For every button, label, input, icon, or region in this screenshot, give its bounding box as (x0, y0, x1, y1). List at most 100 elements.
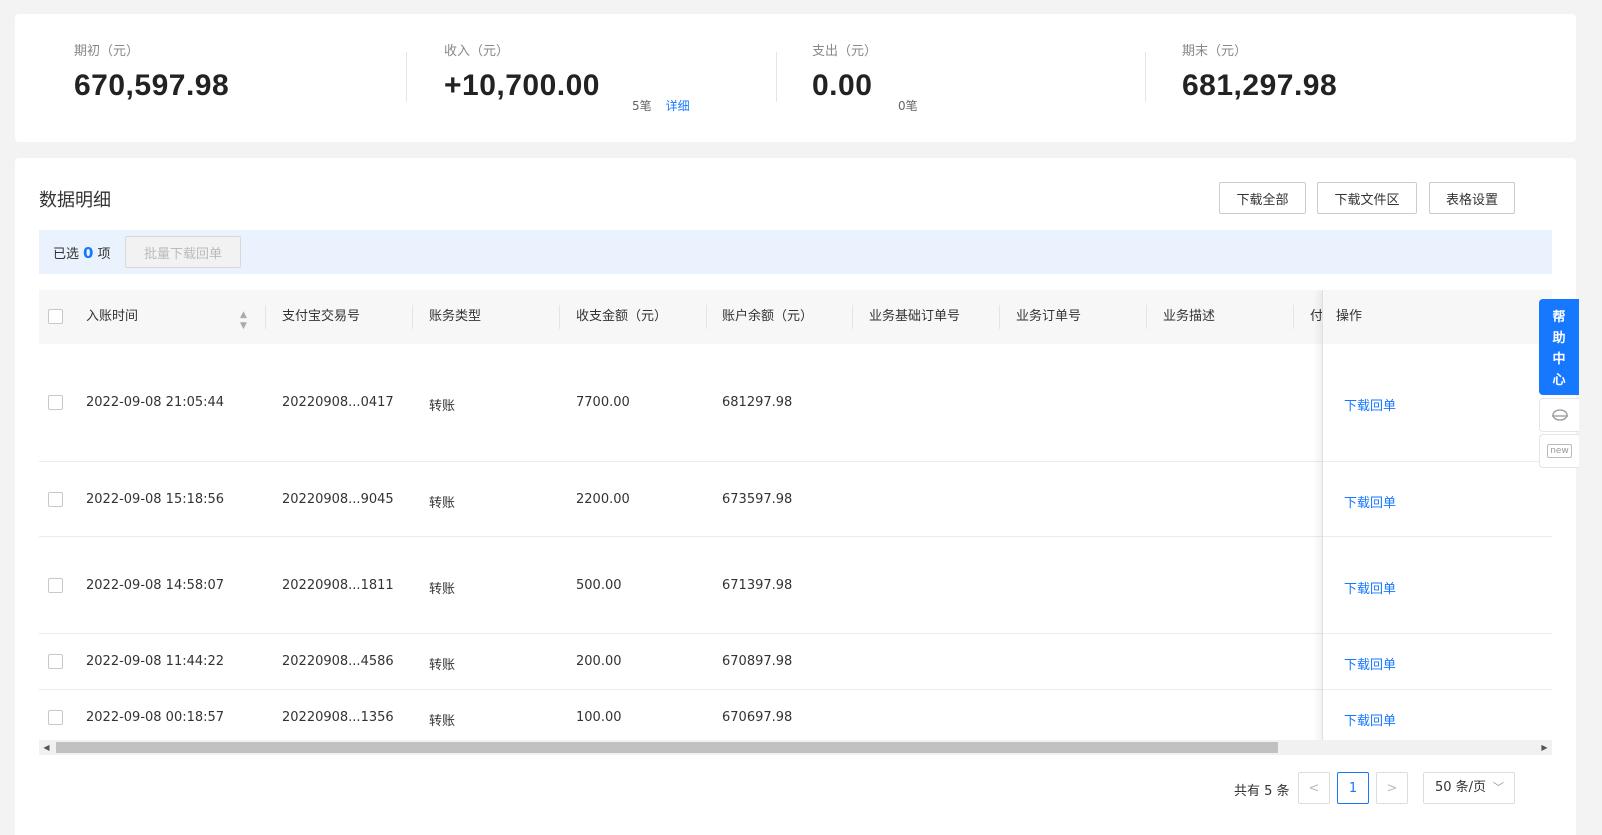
cell-time: 2022-09-08 14:58:07 (86, 578, 225, 593)
income-stat: 收入（元） +10,700.00 5笔 详细 (444, 40, 690, 113)
horizontal-scrollbar[interactable]: ◀ ▶ (39, 740, 1552, 755)
column-header: 账户余额（元） (722, 309, 814, 324)
scroll-right-icon[interactable]: ▶ (1537, 740, 1552, 755)
selection-suffix: 项 (97, 247, 111, 262)
scroll-left-icon[interactable]: ◀ (39, 740, 54, 755)
help-center-tab[interactable]: 帮 助 中 心 (1539, 299, 1579, 395)
help-char: 助 (1552, 331, 1566, 346)
cell-trade-no: 20220908...9045 (282, 492, 394, 507)
pagination-total: 共有 5 条 (1234, 784, 1290, 799)
cell-trade-no: 20220908...1811 (282, 578, 394, 593)
column-divider (999, 305, 1000, 329)
expense-value: 0.00 (812, 69, 873, 102)
cell-amount: 500.00 (576, 578, 622, 593)
cell-time: 2022-09-08 15:18:56 (86, 492, 225, 507)
chevron-down-icon: ﹀ (1493, 781, 1504, 794)
income-detail-link[interactable]: 详细 (666, 99, 690, 113)
row-checkbox[interactable] (48, 710, 63, 725)
cell-amount: 7700.00 (576, 395, 630, 410)
fixed-actions-column (1322, 290, 1552, 745)
cell-amount: 2200.00 (576, 492, 630, 507)
new-feature-icon[interactable]: new (1539, 434, 1579, 468)
headset-icon (1551, 409, 1568, 421)
opening-balance-stat: 期初（元） 670,597.98 (74, 40, 229, 103)
column-header: 账务类型 (429, 309, 482, 324)
cell-type: 转账 (429, 714, 456, 729)
cell-balance: 671397.98 (722, 578, 793, 593)
cell-balance: 681297.98 (722, 395, 793, 410)
closing-label: 期末（元） (1182, 44, 1248, 59)
select-all-checkbox[interactable] (48, 309, 63, 324)
cell-time: 2022-09-08 00:18:57 (86, 710, 225, 725)
cell-type: 转账 (429, 582, 456, 597)
column-divider (265, 305, 266, 329)
cell-type: 转账 (429, 658, 456, 673)
divider (776, 52, 777, 102)
page-size-select[interactable]: 50 条/页 ﹀ (1423, 772, 1515, 804)
income-label: 收入（元） (444, 44, 510, 59)
prev-page-button[interactable]: < (1298, 772, 1330, 804)
closing-value: 681,297.98 (1182, 69, 1338, 102)
cell-amount: 200.00 (576, 654, 622, 669)
opening-label: 期初（元） (74, 44, 140, 59)
expense-count: 0笔 (898, 99, 918, 113)
cell-amount: 100.00 (576, 710, 622, 725)
download-area-button[interactable]: 下载文件区 (1317, 182, 1417, 214)
cell-balance: 670697.98 (722, 710, 793, 725)
selection-prefix: 已选 (53, 247, 80, 262)
column-header: 业务描述 (1163, 309, 1216, 324)
cell-type: 转账 (429, 496, 456, 511)
batch-download-button[interactable]: 批量下载回单 (125, 236, 241, 268)
column-header[interactable]: 入账时间 (86, 290, 138, 344)
income-value: +10,700.00 (444, 69, 600, 102)
help-char: 中 (1552, 352, 1566, 367)
cell-type: 转账 (429, 399, 456, 414)
row-checkbox[interactable] (48, 492, 63, 507)
page-1-button[interactable]: 1 (1337, 772, 1369, 804)
page-size-value: 50 条/页 (1435, 780, 1487, 795)
column-divider (559, 305, 560, 329)
cell-balance: 670897.98 (722, 654, 793, 669)
divider (1145, 52, 1146, 102)
help-char: 心 (1552, 373, 1566, 388)
help-char: 帮 (1552, 310, 1566, 325)
customer-service-icon[interactable] (1539, 398, 1579, 432)
summary-card: 期初（元） 670,597.98 收入（元） +10,700.00 5笔 详细 支… (15, 14, 1576, 142)
detail-card: 数据明细 下载全部 下载文件区 表格设置 已选 0 项 批量下载回单 入账时间 ▲ ▼… (15, 158, 1576, 835)
column-header: 业务订单号 (1016, 309, 1082, 324)
sort-icon[interactable]: ▲ ▼ (240, 310, 247, 332)
selection-count: 0 (83, 244, 94, 262)
column-divider (1146, 305, 1147, 329)
next-page-button[interactable]: > (1376, 772, 1408, 804)
row-checkbox[interactable] (48, 578, 63, 593)
cell-time: 2022-09-08 11:44:22 (86, 654, 225, 669)
cell-time: 2022-09-08 21:05:44 (86, 395, 225, 410)
column-header: 收支金额（元） (576, 309, 668, 324)
row-checkbox[interactable] (48, 395, 63, 410)
selection-text: 已选 0 项 (53, 243, 110, 262)
row-checkbox[interactable] (48, 654, 63, 669)
column-divider (706, 305, 707, 329)
selection-bar: 已选 0 项 批量下载回单 (39, 230, 1552, 274)
income-meta: 5笔 详细 (632, 97, 690, 114)
download-all-button[interactable]: 下载全部 (1219, 182, 1306, 214)
new-badge: new (1547, 444, 1572, 458)
column-header: 支付宝交易号 (282, 309, 361, 324)
table-settings-button[interactable]: 表格设置 (1429, 182, 1515, 214)
scrollbar-thumb[interactable] (56, 742, 1278, 753)
section-title: 数据明细 (39, 190, 111, 211)
column-divider (852, 305, 853, 329)
closing-balance-stat: 期末（元） 681,297.98 (1182, 40, 1337, 103)
cell-trade-no: 20220908...1356 (282, 710, 394, 725)
cell-balance: 673597.98 (722, 492, 793, 507)
cell-trade-no: 20220908...0417 (282, 395, 394, 410)
data-table: 入账时间 ▲ ▼ 支付宝交易号 账务类型 收支金额（元） 账户余额（元） 业务基础… (39, 290, 1552, 745)
cell-trade-no: 20220908...4586 (282, 654, 394, 669)
column-divider (412, 305, 413, 329)
expense-label: 支出（元） (812, 44, 878, 59)
column-header: 业务基础订单号 (869, 309, 961, 324)
expense-stat: 支出（元） 0.00 0笔 (812, 40, 918, 113)
income-count: 5笔 (632, 99, 652, 113)
opening-value: 670,597.98 (74, 69, 230, 102)
column-divider (1293, 305, 1294, 329)
